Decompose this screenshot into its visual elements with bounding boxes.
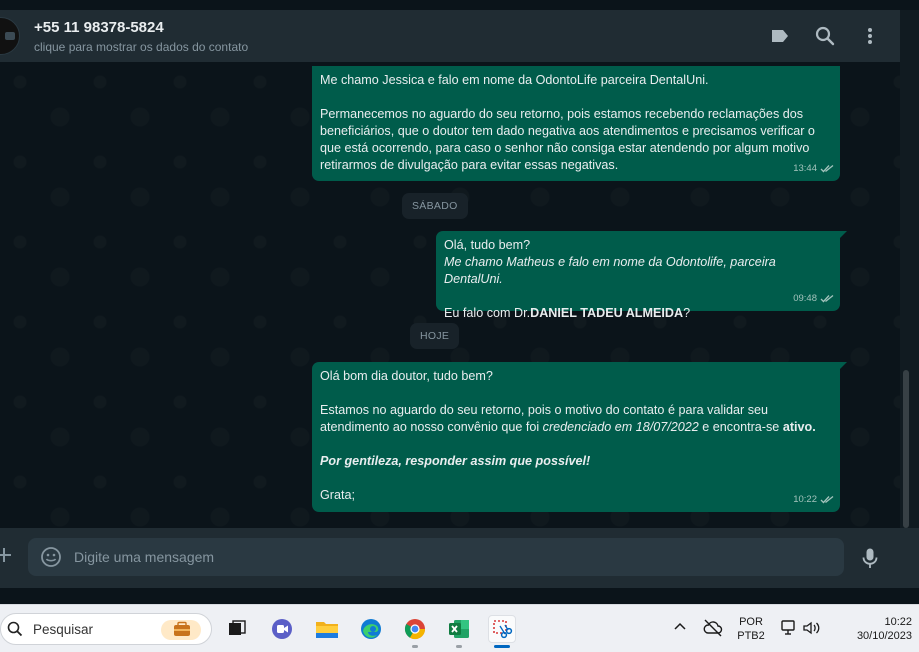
bubble-tail [839,362,847,370]
message-line-empty [320,436,832,453]
message-text: ? [683,306,691,320]
volume-icon[interactable] [802,619,822,642]
clock-date: 30/10/2023 [856,630,912,642]
search-highlight-icon [161,620,201,640]
search-label: Pesquisar [33,622,94,637]
active-app-indicator [494,645,510,648]
message-time: 09:48 [793,290,834,307]
message-input-box[interactable] [28,538,844,576]
message-line [320,89,832,106]
message-text: atendimento ao nosso convênio que foi [320,420,543,434]
system-clock[interactable]: 10:22 30/10/2023 [832,615,912,643]
clock-time: 10:22 [884,616,912,628]
search-icon[interactable] [813,24,837,48]
message-line: Eu falo com Dr.DANIEL TADEU ALMEIDA? [444,305,832,322]
doctor-name: DANIEL TADEU ALMEIDA [530,306,684,320]
message-line: Me chamo Matheus e falo em nome da Odont… [444,255,776,286]
message-time: 10:22 [793,491,834,508]
chat-messages[interactable]: Me chamo Jessica e falo em nome da Odont… [0,62,900,528]
microphone-icon[interactable] [858,546,882,570]
excel-icon[interactable] [445,615,473,643]
message-bubble-2[interactable]: Olá, tudo bem? Me chamo Matheus e falo e… [436,231,847,320]
attach-plus-icon[interactable] [0,545,14,565]
message-line-empty [444,288,832,305]
window-bottom-strip [0,588,919,604]
message-timestamp: 13:44 [793,163,817,174]
language-code: POR [739,616,763,628]
message-line: que está ocorrendo, para caso o senhor n… [320,141,810,155]
cloud-offline-icon[interactable] [703,619,723,642]
message-line: Por gentileza, responder assim que possí… [320,454,591,468]
message-line: beneficiários, que o doutor tem dado neg… [320,124,815,138]
layout-code: PTB2 [737,630,765,642]
contact-subtitle[interactable]: clique para mostrar os dados do contato [34,40,248,54]
message-line-empty [320,470,832,487]
snipping-tool-icon[interactable] [488,615,516,643]
double-check-icon [820,164,834,173]
menu-icon[interactable] [858,24,882,48]
message-line: Permanecemos no aguardo do seu retorno, … [320,107,804,121]
message-line: Olá bom dia doutor, tudo bem? [320,369,493,383]
taskbar-search[interactable]: Pesquisar [0,613,212,645]
bubble-tail [839,231,847,239]
message-line: atendimento ao nosso convênio que foi cr… [320,419,832,436]
chrome-browser-icon[interactable] [401,615,429,643]
message-input[interactable] [74,538,814,576]
file-explorer-icon[interactable] [313,615,341,643]
message-line-empty [320,385,832,402]
message-line: Olá, tudo bem? [444,238,531,252]
message-text: Eu falo com Dr. [444,306,531,320]
day-divider-saturday: SÁBADO [402,193,468,219]
message-text-italic: credenciado em 18/07/2022 [542,420,699,434]
contact-name[interactable]: +55 11 98378-5824 [34,19,164,36]
message-text: e encontra-se [698,420,783,434]
chevron-up-icon[interactable] [672,619,688,640]
task-view-icon[interactable] [223,615,251,643]
message-composer [0,528,919,588]
emoji-icon[interactable] [40,546,62,568]
chat-header[interactable]: +55 11 98378-5824 clique para mostrar os… [0,10,900,62]
network-icon[interactable] [780,619,798,642]
message-time: 13:44 [793,160,834,177]
label-icon[interactable] [768,24,792,48]
keyboard-language[interactable]: POR PTB2 [734,615,768,643]
search-icon [7,621,23,637]
whatsapp-window: +55 11 98378-5824 clique para mostrar os… [0,0,919,604]
message-bubble-3[interactable]: Olá bom dia doutor, tudo bem? Estamos no… [312,362,847,512]
message-timestamp: 09:48 [793,293,817,304]
double-check-icon [820,495,834,504]
double-check-icon [820,294,834,303]
message-line: Estamos no aguardo do seu retorno, pois … [320,403,769,417]
message-line: Grata; [320,488,355,502]
running-indicator [456,645,462,648]
teams-chat-icon[interactable] [268,615,296,643]
window-top-strip [0,0,919,10]
day-divider-today: HOJE [410,323,460,349]
message-text-bold: ativo. [782,420,816,434]
scrollbar-thumb[interactable] [903,370,909,528]
message-line: retirarmos de divulgação para evitar ess… [320,158,619,172]
message-bubble-1[interactable]: Me chamo Jessica e falo em nome da Odont… [312,66,840,181]
contact-avatar[interactable] [0,17,20,55]
edge-browser-icon[interactable] [357,615,385,643]
running-indicator [412,645,418,648]
message-line: Me chamo Jessica e falo em nome da Odont… [320,73,709,87]
windows-taskbar: Pesquisar POR PTB2 10:22 30/10/2023 [0,604,919,652]
chat-scrollbar[interactable] [900,10,919,528]
message-timestamp: 10:22 [793,494,817,505]
